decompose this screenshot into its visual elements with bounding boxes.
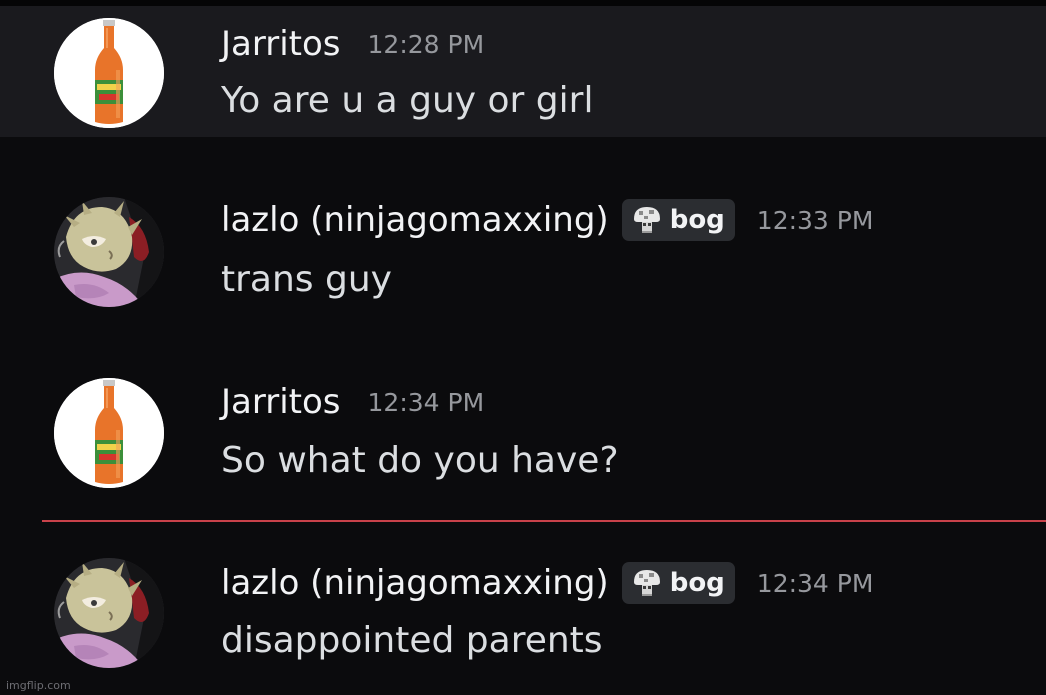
message-item[interactable]: lazlo (ninjagomaxxing) bog 12:34 PM disa… <box>0 546 1046 686</box>
anime-character-icon <box>54 558 164 668</box>
role-badge[interactable]: bog <box>621 562 735 604</box>
username[interactable]: Jarritos <box>221 382 341 422</box>
user-avatar[interactable] <box>54 197 164 307</box>
timestamp[interactable]: 12:28 PM <box>368 30 485 59</box>
user-avatar[interactable] <box>54 18 164 128</box>
message-content: Yo are u a guy or girl <box>221 80 594 121</box>
timestamp[interactable]: 12:34 PM <box>757 569 874 598</box>
message-content: trans guy <box>221 259 392 300</box>
soda-bottle-icon <box>54 378 164 488</box>
role-label: bog <box>669 205 725 235</box>
mushroom-icon <box>630 566 664 600</box>
message-header: Jarritos 12:28 PM <box>221 21 484 67</box>
message-header: lazlo (ninjagomaxxing) bog 12:34 PM <box>221 560 873 606</box>
anime-character-icon <box>54 197 164 307</box>
username[interactable]: lazlo (ninjagomaxxing) <box>221 200 609 240</box>
username[interactable]: Jarritos <box>221 24 341 64</box>
watermark: imgflip.com <box>6 679 71 692</box>
mushroom-icon <box>630 203 664 237</box>
user-avatar[interactable] <box>54 558 164 668</box>
message-content: So what do you have? <box>221 440 619 481</box>
message-header: Jarritos 12:34 PM <box>221 379 484 425</box>
role-badge[interactable]: bog <box>621 199 735 241</box>
soda-bottle-icon <box>54 18 164 128</box>
timestamp[interactable]: 12:34 PM <box>368 388 485 417</box>
timestamp[interactable]: 12:33 PM <box>757 206 874 235</box>
message-item[interactable]: lazlo (ninjagomaxxing) bog 12:33 PM tran… <box>0 185 1046 315</box>
message-item[interactable]: Jarritos 12:28 PM Yo are u a guy or girl <box>0 6 1046 137</box>
user-avatar[interactable] <box>54 378 164 488</box>
username[interactable]: lazlo (ninjagomaxxing) <box>221 563 609 603</box>
new-messages-divider <box>42 520 1046 522</box>
message-item[interactable]: Jarritos 12:34 PM So what do you have? <box>0 366 1046 496</box>
message-header: lazlo (ninjagomaxxing) bog 12:33 PM <box>221 197 873 243</box>
message-content: disappointed parents <box>221 620 603 661</box>
role-label: bog <box>669 568 725 598</box>
